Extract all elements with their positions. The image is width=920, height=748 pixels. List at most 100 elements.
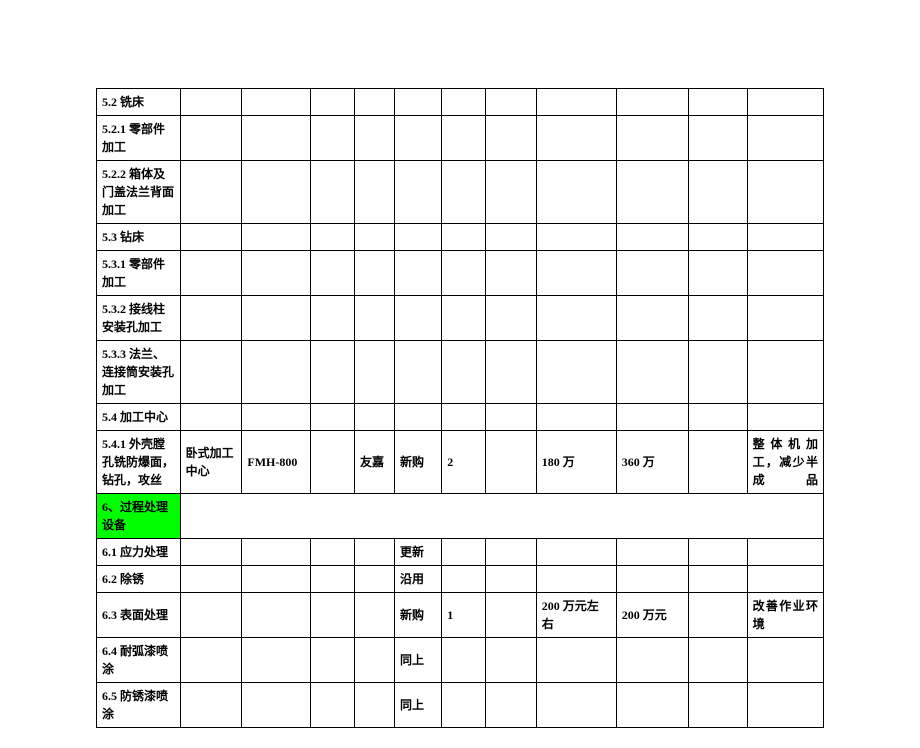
table-cell — [442, 404, 486, 431]
table-cell — [747, 251, 823, 296]
table-cell — [485, 89, 536, 116]
table-cell: 沿用 — [395, 566, 442, 593]
table-cell — [747, 539, 823, 566]
table-cell: 180 万 — [536, 431, 616, 494]
table-cell — [689, 341, 747, 404]
table-cell — [442, 224, 486, 251]
table-cell — [442, 251, 486, 296]
table-cell — [616, 566, 689, 593]
table-cell — [689, 638, 747, 683]
table-row: 5.4 加工中心 — [97, 404, 824, 431]
table-cell — [536, 224, 616, 251]
table-cell — [180, 161, 242, 224]
table-cell — [395, 89, 442, 116]
table-cell — [536, 638, 616, 683]
table-cell — [242, 341, 311, 404]
table-cell — [536, 251, 616, 296]
table-cell — [536, 404, 616, 431]
table-cell — [442, 683, 486, 728]
table-cell: FMH-800 — [242, 431, 311, 494]
table-cell: 5.4.1 外壳膛孔铣防爆面，钻孔，攻丝 — [97, 431, 181, 494]
table-row: 5.3.3 法兰、连接筒安装孔加工 — [97, 341, 824, 404]
table-cell — [311, 404, 355, 431]
table-cell — [395, 116, 442, 161]
table-cell — [355, 116, 395, 161]
table-cell — [242, 296, 311, 341]
table-cell — [689, 566, 747, 593]
table-cell — [355, 296, 395, 341]
table-cell — [689, 539, 747, 566]
table-cell — [616, 638, 689, 683]
table-cell — [442, 539, 486, 566]
table-cell — [689, 251, 747, 296]
table-cell: 5.3.2 接线柱安装孔加工 — [97, 296, 181, 341]
table-cell — [485, 431, 536, 494]
table-cell — [442, 638, 486, 683]
table-cell — [242, 638, 311, 683]
table-cell: 200 万元左右 — [536, 593, 616, 638]
table-cell: 5.2 铣床 — [97, 89, 181, 116]
table-cell: 5.3 钻床 — [97, 224, 181, 251]
table-cell — [536, 161, 616, 224]
table-cell — [355, 539, 395, 566]
table-cell — [242, 593, 311, 638]
table-cell — [689, 224, 747, 251]
table-cell: 5.3.1 零部件加工 — [97, 251, 181, 296]
table-cell — [355, 251, 395, 296]
table-cell — [485, 116, 536, 161]
table-cell — [747, 638, 823, 683]
table-cell — [616, 539, 689, 566]
table-cell — [485, 566, 536, 593]
table-cell — [242, 683, 311, 728]
table-cell — [616, 296, 689, 341]
table-row: 5.3 钻床 — [97, 224, 824, 251]
table-cell — [180, 341, 242, 404]
table-cell — [536, 539, 616, 566]
table-cell — [311, 341, 355, 404]
table-row: 5.2.2 箱体及门盖法兰背面加工 — [97, 161, 824, 224]
table-cell — [180, 224, 242, 251]
table-cell: 6.2 除锈 — [97, 566, 181, 593]
table-cell — [616, 251, 689, 296]
table-cell — [536, 89, 616, 116]
table-cell — [616, 89, 689, 116]
table-cell — [485, 341, 536, 404]
table-cell — [689, 296, 747, 341]
table-cell — [311, 161, 355, 224]
table-cell: 2 — [442, 431, 486, 494]
table-cell: 200 万元 — [616, 593, 689, 638]
table-cell — [536, 116, 616, 161]
table-cell — [689, 161, 747, 224]
table-cell — [242, 161, 311, 224]
section-header-cell: 6、过程处理设备 — [97, 494, 181, 539]
table-cell — [395, 161, 442, 224]
table-cell — [747, 89, 823, 116]
table-cell — [355, 161, 395, 224]
table-cell — [242, 116, 311, 161]
table-cell — [747, 161, 823, 224]
table-cell: 更新 — [395, 539, 442, 566]
table-cell — [311, 431, 355, 494]
table-cell — [355, 683, 395, 728]
table-cell — [355, 404, 395, 431]
table-cell — [485, 161, 536, 224]
table-cell: 改善作业环境 — [747, 593, 823, 638]
table-cell — [311, 116, 355, 161]
table-cell — [442, 161, 486, 224]
table-cell: 5.4 加工中心 — [97, 404, 181, 431]
table-cell — [180, 566, 242, 593]
table-cell — [536, 296, 616, 341]
table-cell: 5.3.3 法兰、连接筒安装孔加工 — [97, 341, 181, 404]
table-cell — [616, 683, 689, 728]
table-row: 5.3.1 零部件加工 — [97, 251, 824, 296]
table-row: 6.2 除锈 沿用 — [97, 566, 824, 593]
table-cell — [689, 404, 747, 431]
table-cell — [616, 341, 689, 404]
table-cell: 新购 — [395, 431, 442, 494]
table-cell — [242, 251, 311, 296]
table-cell — [180, 251, 242, 296]
table-row: 5.2.1 零部件加工 — [97, 116, 824, 161]
table-row: 6.5 防锈漆喷涂同上 — [97, 683, 824, 728]
table-cell — [689, 431, 747, 494]
table-cell — [747, 566, 823, 593]
